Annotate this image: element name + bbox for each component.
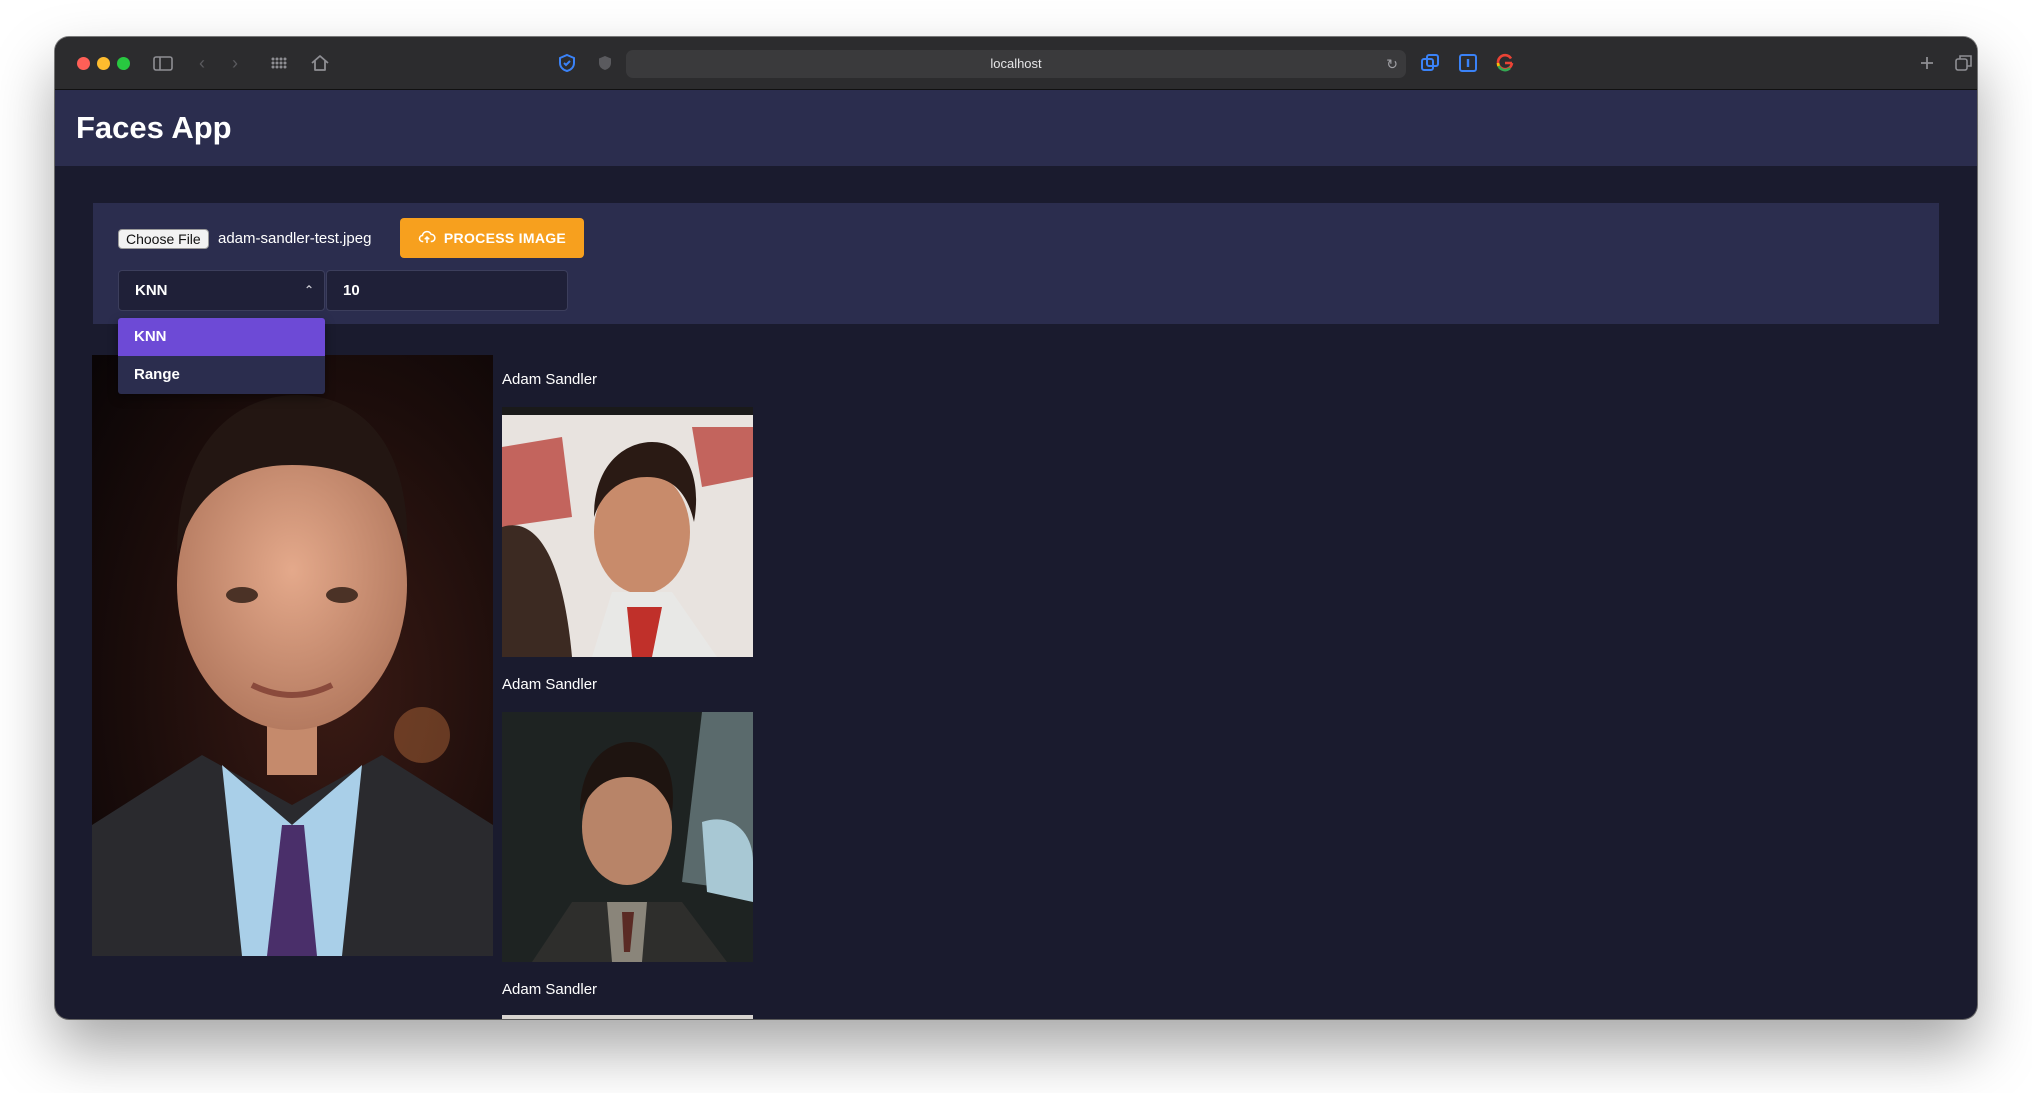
- choose-file-button[interactable]: Choose File: [118, 229, 209, 249]
- zoom-window-button[interactable]: [117, 57, 130, 70]
- browser-window: ‹ › localhost ↻ Faces App Choose File ad…: [55, 37, 1977, 1019]
- forward-icon[interactable]: ›: [228, 51, 242, 75]
- address-bar[interactable]: localhost ↻: [626, 50, 1406, 78]
- result-name: Adam Sandler: [502, 371, 598, 388]
- new-tab-icon[interactable]: [1917, 51, 1937, 75]
- home-icon[interactable]: [309, 51, 331, 75]
- back-icon[interactable]: ‹: [195, 51, 209, 75]
- query-photo: [92, 355, 493, 956]
- app-title: Faces App: [76, 110, 232, 145]
- tabs-icon[interactable]: [1953, 51, 1975, 75]
- url-text: localhost: [990, 56, 1042, 71]
- cloud-upload-icon: [418, 228, 436, 249]
- reload-icon[interactable]: ↻: [1386, 50, 1398, 78]
- browser-toolbar: ‹ › localhost ↻: [55, 37, 1977, 90]
- process-image-button[interactable]: PROCESS IMAGE: [400, 218, 584, 258]
- k-value-input[interactable]: 10: [326, 270, 568, 311]
- menu-option-knn[interactable]: KNN: [118, 318, 325, 356]
- tab-overview-icon[interactable]: [268, 51, 290, 75]
- result-photo[interactable]: [502, 1015, 753, 1019]
- extension-copy-icon[interactable]: [1419, 51, 1441, 75]
- privacy-shield-icon[interactable]: [556, 51, 578, 75]
- shield-icon[interactable]: [594, 51, 616, 75]
- app-header: Faces App: [55, 90, 1977, 166]
- process-image-label: PROCESS IMAGE: [443, 230, 567, 246]
- search-mode-value: KNN: [135, 282, 168, 299]
- minimize-window-button[interactable]: [97, 57, 110, 70]
- google-icon[interactable]: [1494, 51, 1516, 75]
- menu-option-range[interactable]: Range: [118, 356, 325, 394]
- controls-panel: Choose File adam-sandler-test.jpeg PROCE…: [93, 203, 1939, 324]
- result-name: Adam Sandler: [502, 676, 598, 693]
- result-name: Adam Sandler: [502, 981, 598, 998]
- sidebar-icon[interactable]: [152, 51, 174, 75]
- search-mode-menu: KNN Range: [118, 318, 325, 394]
- search-mode-select[interactable]: KNN ⌃: [118, 270, 325, 311]
- close-window-button[interactable]: [77, 57, 90, 70]
- result-photo[interactable]: [502, 407, 753, 657]
- chevron-up-icon: ⌃: [303, 283, 314, 297]
- k-value-text: 10: [343, 282, 360, 299]
- result-photo[interactable]: [502, 712, 753, 962]
- password-manager-icon[interactable]: [1457, 51, 1479, 75]
- selected-file-name: adam-sandler-test.jpeg: [218, 230, 372, 247]
